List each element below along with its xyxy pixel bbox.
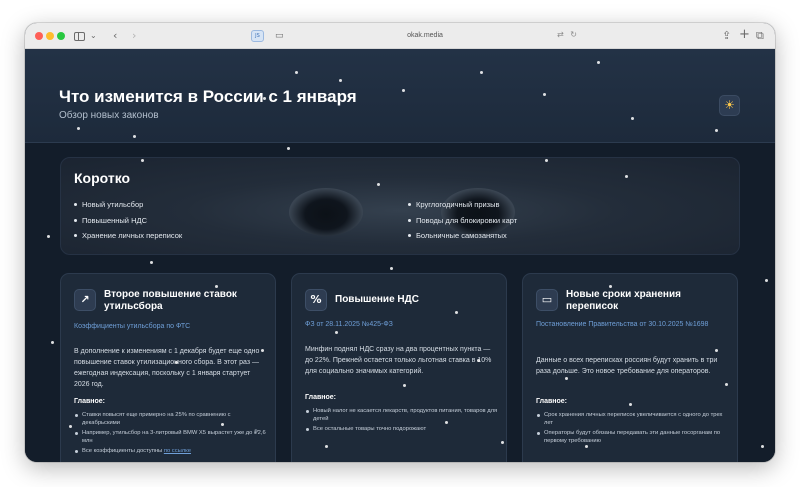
tabs-overview-icon[interactable]: ⧉ (756, 29, 764, 43)
list-item-text: Все коэффициенты доступны (82, 448, 164, 454)
page-title: Что изменится в России с 1 января (59, 87, 357, 106)
list-item: Например, утильсбор на 3-литровый BMW X5… (74, 429, 269, 445)
chevron-down-icon[interactable]: ⌄ (90, 29, 97, 43)
list-item: Все коэффициенты доступны по ссылке (74, 447, 269, 455)
brief-title: Коротко (74, 170, 131, 186)
brief-item[interactable]: Больничные самозанятых (408, 228, 517, 244)
brief-item[interactable]: Поводы для блокировки карт (408, 213, 517, 229)
list-item: Срок хранения личных переписок увеличива… (536, 411, 731, 427)
browser-toolbar: ⌄ ‹ › JS ▭ okak.media ⇄ ↻ ⇪ + ⧉ (25, 23, 775, 49)
card-title: Новые сроки хранения переписок (566, 289, 681, 312)
card-main-label: Главное: (74, 398, 105, 405)
card-points: Новый налог не касается лекарств, продук… (305, 407, 500, 435)
card-messages: ▭ Новые сроки хранения переписок Постано… (522, 273, 738, 462)
zoom-window-button[interactable] (57, 32, 65, 40)
card-source-link[interactable]: ФЗ от 28.11.2025 №425-ФЗ (305, 319, 500, 330)
theme-toggle-button[interactable]: ☀ (719, 95, 740, 116)
card-nds: % Повышение НДС ФЗ от 28.11.2025 №425-ФЗ… (291, 273, 507, 462)
snowflake (287, 147, 290, 150)
card-body: В дополнение к изменениям с 1 декабря бу… (74, 348, 260, 388)
page-subtitle: Обзор новых законов (59, 110, 159, 121)
list-item: Операторы будут обязаны передавать эти д… (536, 429, 731, 445)
browser-window: ⌄ ‹ › JS ▭ okak.media ⇄ ↻ ⇪ + ⧉ Что изме… (25, 23, 775, 462)
minimize-window-button[interactable] (46, 32, 54, 40)
brief-item[interactable]: Хранение личных переписок (74, 228, 182, 244)
chevron-left-icon[interactable]: ‹ (113, 29, 117, 43)
snowflake (765, 279, 768, 282)
card-body: Минфин поднял НДС сразу на два процентны… (305, 346, 492, 375)
eye-image-left (289, 188, 363, 236)
card-source-link[interactable]: Коэффициенты утильсбора по ФТС (74, 321, 269, 332)
percent-icon: % (305, 289, 327, 311)
card-utilsbor: ↗ Второе повышение ставок утильсбора Коэ… (60, 273, 276, 462)
sun-icon: ☀ (724, 98, 735, 112)
brief-section: Коротко Новый утильсбор Повышенный НДС Х… (60, 157, 740, 255)
coefficients-link[interactable]: по ссылке (164, 448, 191, 454)
snowflake (390, 267, 393, 270)
snowflake (761, 445, 764, 448)
card-title: Повышение НДС (335, 294, 419, 305)
card-source-link[interactable]: Постановление Правительства от 30.10.202… (536, 319, 731, 330)
list-item: Новый налог не касается лекарств, продук… (305, 407, 500, 423)
reader-icon[interactable]: ▭ (275, 29, 284, 43)
snowflake (51, 341, 54, 344)
snowflake (47, 235, 50, 238)
sidebar-icon[interactable] (74, 32, 85, 41)
card-main-label: Главное: (305, 394, 336, 401)
close-window-button[interactable] (35, 32, 43, 40)
brief-list-right: Круглогодичный призыв Поводы для блокиро… (408, 197, 517, 244)
web-page: Что изменится в России с 1 января Обзор … (25, 49, 775, 462)
message-icon: ▭ (536, 289, 558, 311)
chevron-right-icon[interactable]: › (132, 29, 136, 43)
brief-item[interactable]: Новый утильсбор (74, 197, 182, 213)
list-item: Ставки повысят еще примерно на 25% по ср… (74, 411, 269, 427)
card-title: Второе повышение ставок утильсбора (104, 289, 237, 312)
new-tab-icon[interactable]: + (739, 28, 750, 42)
card-main-label: Главное: (536, 398, 567, 405)
trending-up-icon: ↗ (74, 289, 96, 311)
brief-item[interactable]: Повышенный НДС (74, 213, 182, 229)
page-header: Что изменится в России с 1 января Обзор … (25, 49, 775, 143)
card-body: Данные о всех переписках россиян будут х… (536, 357, 718, 375)
address-bar[interactable]: okak.media (345, 30, 505, 42)
translate-icon[interactable]: ⇄ ↻ (557, 30, 579, 39)
brief-list-left: Новый утильсбор Повышенный НДС Хранение … (74, 197, 182, 244)
tab-favicon[interactable]: JS (251, 30, 264, 42)
list-item: Все остальные товары точно подорожают (305, 425, 500, 433)
card-points: Ставки повысят еще примерно на 25% по ср… (74, 411, 269, 457)
share-icon[interactable]: ⇪ (722, 29, 731, 43)
card-points: Срок хранения личных переписок увеличива… (536, 411, 731, 447)
snowflake (150, 261, 153, 264)
brief-item[interactable]: Круглогодичный призыв (408, 197, 517, 213)
